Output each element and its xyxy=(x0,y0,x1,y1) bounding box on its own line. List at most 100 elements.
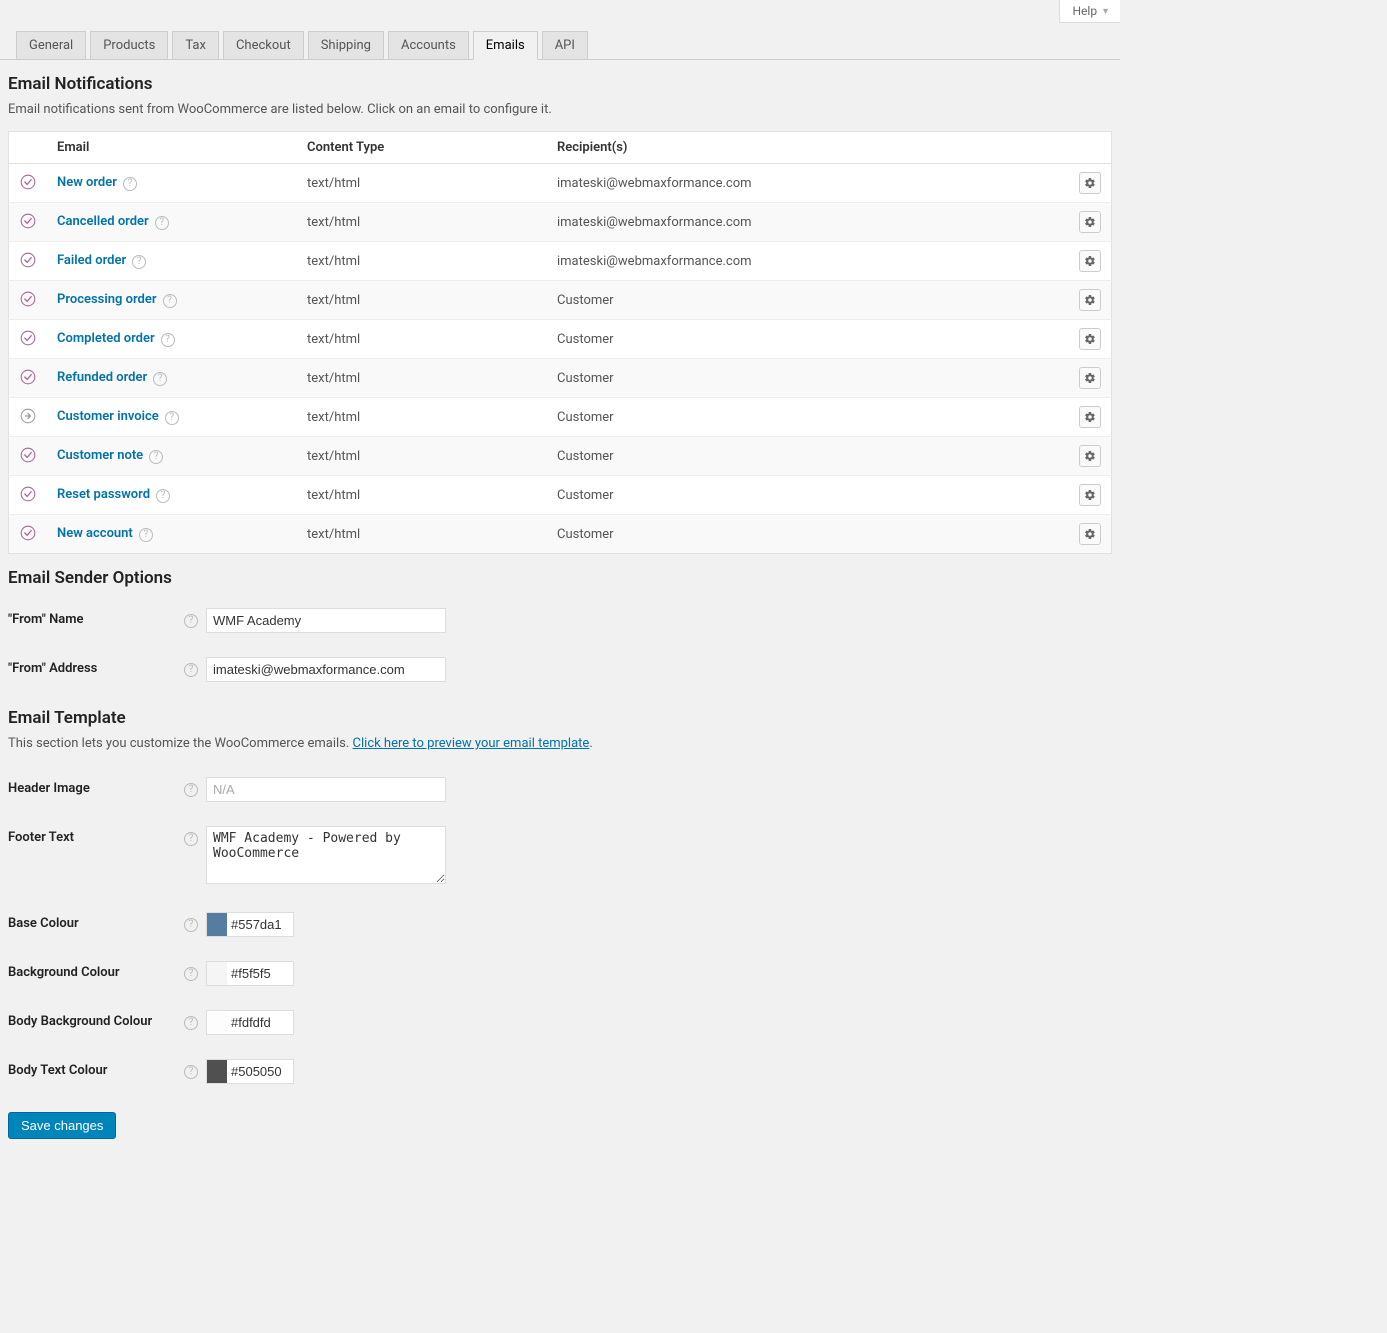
help-icon[interactable]: ? xyxy=(149,450,163,464)
col-recipients: Recipient(s) xyxy=(547,132,1069,164)
template-desc-post: . xyxy=(589,736,592,751)
check-circle-icon xyxy=(19,212,37,230)
tab-emails[interactable]: Emails xyxy=(473,31,538,60)
email-name-link[interactable]: Customer invoice xyxy=(57,409,159,424)
save-button[interactable]: Save changes xyxy=(8,1112,116,1139)
help-icon[interactable]: ? xyxy=(165,411,179,425)
table-row: Reset password?text/htmlCustomer xyxy=(9,476,1112,515)
email-name-link[interactable]: Reset password xyxy=(57,487,150,502)
gear-icon[interactable] xyxy=(1079,523,1101,545)
preview-template-link[interactable]: Click here to preview your email templat… xyxy=(353,736,590,751)
help-icon[interactable]: ? xyxy=(184,918,198,932)
content-type-cell: text/html xyxy=(297,320,547,359)
template-desc-pre: This section lets you customize the WooC… xyxy=(8,736,353,751)
content-type-cell: text/html xyxy=(297,164,547,203)
help-icon[interactable]: ? xyxy=(155,216,169,230)
help-icon[interactable]: ? xyxy=(132,255,146,269)
base-colour-input[interactable] xyxy=(227,913,293,936)
email-name-link[interactable]: New order xyxy=(57,175,117,190)
gear-icon[interactable] xyxy=(1079,211,1101,233)
footer-text-label: Footer Text xyxy=(8,826,178,845)
emails-table: Email Content Type Recipient(s) New orde… xyxy=(8,131,1112,554)
tab-shipping[interactable]: Shipping xyxy=(308,31,384,60)
email-name-link[interactable]: Failed order xyxy=(57,253,126,268)
bg-colour-input[interactable] xyxy=(227,962,293,985)
email-name-link[interactable]: Processing order xyxy=(57,292,157,307)
help-icon[interactable]: ? xyxy=(184,783,198,797)
table-row: New order? text/htmlimateski@webmaxforman… xyxy=(9,164,1112,203)
content-type-cell: text/html xyxy=(297,437,547,476)
gear-icon[interactable] xyxy=(1079,445,1101,467)
help-icon[interactable]: ? xyxy=(153,372,167,386)
tab-accounts[interactable]: Accounts xyxy=(388,31,469,60)
help-icon[interactable]: ? xyxy=(184,832,198,846)
email-name-link[interactable]: Cancelled order xyxy=(57,214,149,229)
tab-api[interactable]: API xyxy=(542,31,588,60)
tab-checkout[interactable]: Checkout xyxy=(223,31,304,60)
help-icon[interactable]: ? xyxy=(123,177,137,191)
help-icon[interactable]: ? xyxy=(184,1016,198,1030)
tab-tax[interactable]: Tax xyxy=(172,31,219,60)
email-name-link[interactable]: Refunded order xyxy=(57,370,147,385)
base-colour-label: Base Colour xyxy=(8,912,178,931)
from-addr-input[interactable] xyxy=(206,657,446,682)
content-type-cell: text/html xyxy=(297,476,547,515)
from-addr-label: "From" Address xyxy=(8,657,178,676)
col-status xyxy=(9,132,48,164)
recipient-cell: Customer xyxy=(547,320,1069,359)
chevron-down-icon: ▼ xyxy=(1101,6,1110,17)
base-colour-swatch[interactable] xyxy=(207,913,227,936)
gear-icon[interactable] xyxy=(1079,172,1101,194)
help-tab[interactable]: Help ▼ xyxy=(1059,0,1120,23)
table-row: Customer invoice? text/htmlCustomer xyxy=(9,398,1112,437)
footer-text-input[interactable] xyxy=(206,826,446,884)
body-text-colour-input[interactable] xyxy=(227,1060,293,1083)
from-name-input[interactable] xyxy=(206,608,446,633)
email-name-link[interactable]: Customer note xyxy=(57,448,143,463)
help-icon[interactable]: ? xyxy=(184,1065,198,1079)
help-icon[interactable]: ? xyxy=(139,528,153,542)
body-bg-colour-swatch[interactable] xyxy=(207,1011,227,1034)
gear-icon[interactable] xyxy=(1079,406,1101,428)
help-icon[interactable]: ? xyxy=(163,294,177,308)
gear-icon[interactable] xyxy=(1079,367,1101,389)
table-row: Refunded order?text/htmlCustomer xyxy=(9,359,1112,398)
table-row: Processing order?text/htmlCustomer xyxy=(9,281,1112,320)
table-row: Cancelled order?text/htmlimateski@webmax… xyxy=(9,203,1112,242)
email-name-link[interactable]: Completed order xyxy=(57,331,155,346)
check-circle-icon xyxy=(19,251,37,269)
settings-tabs: GeneralProductsTaxCheckoutShippingAccoun… xyxy=(0,23,1120,60)
help-icon[interactable]: ? xyxy=(184,663,198,677)
tab-general[interactable]: General xyxy=(16,31,86,60)
check-circle-icon xyxy=(19,368,37,386)
body-bg-colour-input[interactable] xyxy=(227,1011,293,1034)
gear-icon[interactable] xyxy=(1079,289,1101,311)
recipient-cell: Customer xyxy=(547,437,1069,476)
help-icon[interactable]: ? xyxy=(161,333,175,347)
gear-icon[interactable] xyxy=(1079,328,1101,350)
content-type-cell: text/html xyxy=(297,203,547,242)
help-icon[interactable]: ? xyxy=(184,614,198,628)
recipient-cell: Customer xyxy=(547,398,1069,437)
header-image-input[interactable] xyxy=(206,777,446,802)
recipient-cell: imateski@webmaxformance.com xyxy=(547,164,1069,203)
table-row: Failed order? text/htmlimateski@webmaxfor… xyxy=(9,242,1112,281)
content-type-cell: text/html xyxy=(297,515,547,554)
gear-icon[interactable] xyxy=(1079,484,1101,506)
recipient-cell: Customer xyxy=(547,359,1069,398)
col-content-type: Content Type xyxy=(297,132,547,164)
email-name-link[interactable]: New account xyxy=(57,526,133,541)
gear-icon[interactable] xyxy=(1079,250,1101,272)
help-icon[interactable]: ? xyxy=(184,967,198,981)
from-name-label: "From" Name xyxy=(8,608,178,627)
content-type-cell: text/html xyxy=(297,242,547,281)
help-icon[interactable]: ? xyxy=(156,489,170,503)
check-circle-icon xyxy=(19,329,37,347)
check-circle-icon xyxy=(19,485,37,503)
content-type-cell: text/html xyxy=(297,398,547,437)
tab-products[interactable]: Products xyxy=(90,31,168,60)
recipient-cell: imateski@webmaxformance.com xyxy=(547,242,1069,281)
table-row: Customer note? text/htmlCustomer xyxy=(9,437,1112,476)
body-text-colour-swatch[interactable] xyxy=(207,1060,227,1083)
bg-colour-swatch[interactable] xyxy=(207,962,227,985)
